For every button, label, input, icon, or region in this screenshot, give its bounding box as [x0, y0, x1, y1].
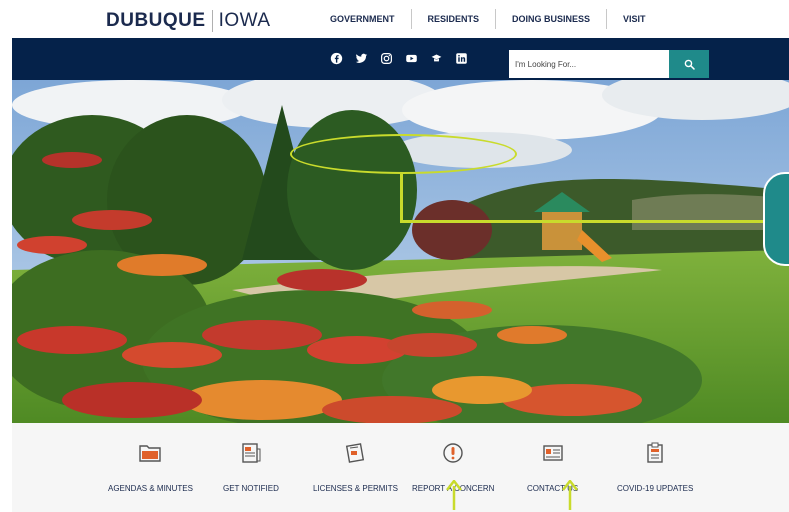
quick-link-notified[interactable]: GET NOTIFIED — [223, 441, 279, 493]
logo-dubuque: DUBUQUE — [106, 10, 206, 31]
site-logo[interactable]: DUBUQUE IOWA — [106, 9, 271, 33]
quick-links-bar: AGENDAS & MINUTES GET NOTIFIED LICENSES … — [12, 423, 789, 512]
nav-doing-business[interactable]: DOING BUSINESS — [495, 9, 606, 29]
facebook-icon[interactable] — [330, 52, 343, 65]
annotation-oval — [290, 134, 517, 174]
youtube-icon[interactable] — [405, 52, 418, 65]
site-header: DUBUQUE IOWA GOVERNMENT RESIDENTS DOING … — [12, 0, 789, 38]
quick-link-agendas[interactable]: AGENDAS & MINUTES — [108, 441, 193, 493]
logo-iowa: IOWA — [218, 10, 271, 31]
quick-link-label: COVID-19 UPDATES — [617, 484, 694, 493]
quick-link-covid[interactable]: COVID-19 UPDATES — [617, 441, 693, 493]
search-button[interactable] — [669, 50, 709, 78]
clipboard-icon — [647, 442, 663, 463]
quick-link-licenses[interactable]: LICENSES & PERMITS — [313, 441, 398, 493]
quick-link-label: AGENDAS & MINUTES — [108, 484, 193, 493]
hero-image — [12, 80, 789, 423]
newspaper-icon — [242, 443, 261, 463]
page-frame: DUBUQUE IOWA GOVERNMENT RESIDENTS DOING … — [12, 0, 789, 512]
quick-link-label: GET NOTIFIED — [223, 484, 279, 493]
annotation-arrow — [562, 480, 578, 510]
permit-icon — [346, 443, 365, 463]
search-icon — [684, 59, 695, 70]
top-nav: GOVERNMENT RESIDENTS DOING BUSINESS VISI… — [314, 0, 662, 38]
twitter-icon[interactable] — [355, 52, 368, 65]
folder-icon — [139, 445, 162, 462]
callout-box — [763, 172, 789, 266]
search-input[interactable] — [509, 50, 669, 78]
annotation-arrow — [446, 480, 462, 510]
quick-link-label: LICENSES & PERMITS — [313, 484, 398, 493]
instagram-icon[interactable] — [380, 52, 393, 65]
alert-icon — [443, 443, 463, 463]
annotation-line — [400, 174, 403, 222]
linkedin-icon[interactable] — [455, 52, 468, 65]
govdelivery-icon[interactable] — [430, 52, 443, 65]
annotation-line — [400, 220, 770, 223]
nav-visit[interactable]: VISIT — [606, 9, 662, 29]
hero-photo — [12, 80, 789, 423]
logo-divider — [211, 10, 213, 32]
social-links — [330, 52, 468, 65]
nav-residents[interactable]: RESIDENTS — [410, 9, 496, 29]
contact-card-icon — [542, 445, 563, 461]
nav-government[interactable]: GOVERNMENT — [314, 9, 411, 29]
